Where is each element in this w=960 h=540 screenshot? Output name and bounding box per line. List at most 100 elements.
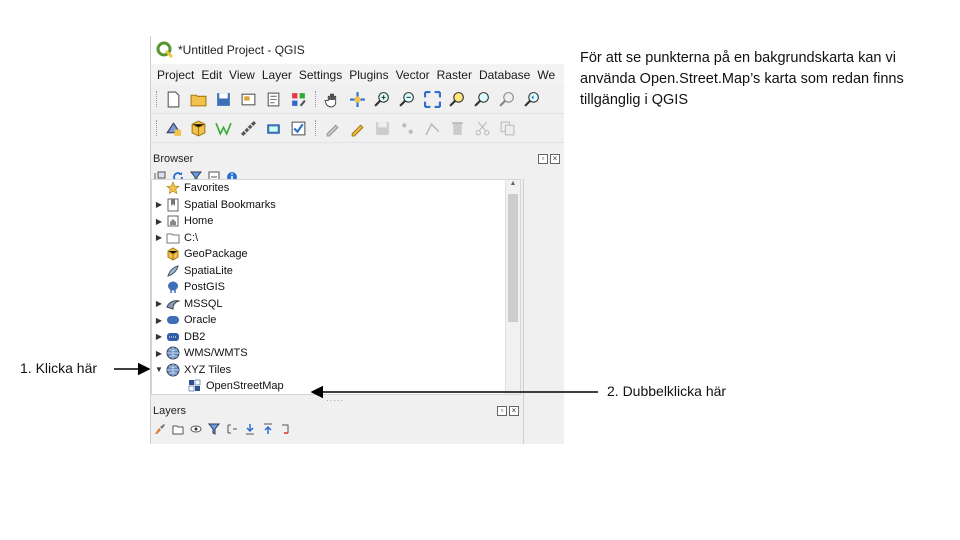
mssql-icon — [166, 297, 180, 311]
remove-layer-icon[interactable] — [280, 423, 292, 435]
field-calculator-icon[interactable] — [289, 119, 307, 137]
pan-hand-icon[interactable] — [323, 90, 341, 108]
expand-arrow-icon[interactable]: ▶ — [152, 217, 166, 226]
manage-visibility-icon[interactable] — [190, 423, 202, 435]
measure-icon[interactable] — [239, 119, 257, 137]
tree-item-home[interactable]: ▶ Home — [152, 213, 520, 230]
tree-item-c-drive[interactable]: ▶ C:\ — [152, 230, 520, 247]
star-icon — [166, 181, 180, 195]
window-title: *Untitled Project - QGIS — [178, 43, 305, 57]
copy-icon[interactable] — [498, 119, 516, 137]
menu-web[interactable]: We — [534, 68, 559, 82]
tree-item-oracle[interactable]: ▶ Oracle — [152, 312, 520, 329]
xyz-tile-icon — [188, 379, 202, 393]
collapse-arrow-icon[interactable]: ▼ — [152, 365, 166, 374]
save-project-icon[interactable] — [214, 90, 232, 108]
title-bar: *Untitled Project - QGIS — [151, 36, 564, 64]
tree-item-db2[interactable]: ▶ DB2 — [152, 329, 520, 346]
menu-database[interactable]: Database — [476, 68, 534, 82]
zoom-full-icon[interactable] — [423, 90, 441, 108]
tree-item-favorites[interactable]: Favorites — [152, 180, 520, 197]
zoom-last-icon[interactable] — [523, 90, 541, 108]
zoom-native-icon[interactable] — [498, 90, 516, 108]
add-group-icon[interactable] — [172, 423, 184, 435]
db2-icon — [166, 330, 180, 344]
toolbar-handle[interactable] — [315, 120, 319, 136]
menu-plugins[interactable]: Plugins — [346, 68, 392, 82]
tree-item-spatial-bookmarks[interactable]: ▶ Spatial Bookmarks — [152, 197, 520, 214]
tree-item-label: Oracle — [184, 314, 217, 327]
print-layout-icon[interactable] — [239, 90, 257, 108]
menu-view[interactable]: View — [226, 68, 259, 82]
browser-panel-title: Browser — [153, 153, 194, 165]
add-feature-icon[interactable] — [398, 119, 416, 137]
toolbar-handle[interactable] — [156, 91, 160, 107]
zoom-to-selection-icon[interactable] — [448, 90, 466, 108]
zoom-to-layer-icon[interactable] — [473, 90, 491, 108]
save-edits-icon[interactable] — [373, 119, 391, 137]
digitize-icon[interactable] — [214, 119, 232, 137]
expand-arrow-icon[interactable]: ▶ — [152, 349, 166, 358]
tree-item-xyz-tiles[interactable]: ▼ XYZ Tiles — [152, 362, 520, 379]
expand-arrow-icon[interactable]: ▶ — [152, 332, 166, 341]
layers-panel: Layers ▫ × — [151, 402, 523, 438]
zoom-in-icon[interactable] — [373, 90, 391, 108]
close-panel-icon[interactable]: × — [509, 406, 519, 416]
expand-arrow-icon[interactable]: ▶ — [152, 316, 166, 325]
globe-icon — [166, 363, 180, 377]
pan-to-selection-icon[interactable] — [348, 90, 366, 108]
delete-selected-icon[interactable] — [448, 119, 466, 137]
close-panel-icon[interactable]: × — [550, 154, 560, 164]
style-manager-icon[interactable] — [289, 90, 307, 108]
menu-bar: Project Edit View Layer Settings Plugins… — [151, 64, 564, 85]
menu-edit[interactable]: Edit — [198, 68, 226, 82]
tree-item-label: Home — [184, 215, 214, 228]
expand-arrow-icon[interactable]: ▶ — [152, 200, 166, 209]
pencil-icon[interactable] — [348, 119, 366, 137]
style-panel-icon[interactable] — [154, 423, 166, 435]
tree-item-openstreetmap[interactable]: OpenStreetMap — [152, 378, 520, 394]
vertex-tool-icon[interactable] — [423, 119, 441, 137]
expand-arrow-icon[interactable]: ▶ — [152, 299, 166, 308]
tree-item-spatialite[interactable]: SpatiaLite — [152, 263, 520, 280]
menu-project[interactable]: Project — [151, 68, 198, 82]
filter-legend-icon[interactable] — [208, 423, 220, 435]
tree-item-label: MSSQL — [184, 297, 223, 310]
zoom-out-icon[interactable] — [398, 90, 416, 108]
tree-item-postgis[interactable]: PostGIS — [152, 279, 520, 296]
tree-item-wms-wmts[interactable]: ▶ WMS/WMTS — [152, 345, 520, 362]
float-panel-icon[interactable]: ▫ — [538, 154, 548, 164]
expand-all-icon[interactable] — [244, 423, 256, 435]
expand-arrow-icon[interactable]: ▶ — [152, 233, 166, 242]
menu-vector[interactable]: Vector — [393, 68, 434, 82]
layers-panel-title: Layers — [153, 405, 187, 417]
qgis-window: *Untitled Project - QGIS Project Edit Vi… — [150, 36, 564, 444]
tree-item-label: Spatial Bookmarks — [184, 198, 276, 211]
browser-panel-header: Browser ▫ × — [151, 150, 564, 168]
browser-scrollbar[interactable]: ▲ — [505, 180, 520, 394]
toolbar-handle[interactable] — [156, 120, 160, 136]
new-project-icon[interactable] — [164, 90, 182, 108]
filter-by-expression-icon[interactable] — [226, 423, 238, 435]
tree-item-geopackage[interactable]: GeoPackage — [152, 246, 520, 263]
new-geopackage-icon[interactable] — [189, 119, 207, 137]
data-source-manager-icon[interactable] — [164, 119, 182, 137]
open-project-icon[interactable] — [189, 90, 207, 108]
float-panel-icon[interactable]: ▫ — [497, 406, 507, 416]
menu-layer[interactable]: Layer — [259, 68, 296, 82]
collapse-all-icon[interactable] — [262, 423, 274, 435]
layout-manager-icon[interactable] — [264, 90, 282, 108]
tree-item-label: C:\ — [184, 231, 199, 244]
toggle-editing-icon[interactable] — [323, 119, 341, 137]
tree-item-mssql[interactable]: ▶ MSSQL — [152, 296, 520, 313]
menu-settings[interactable]: Settings — [296, 68, 346, 82]
panel-divider — [523, 179, 524, 444]
cut-icon[interactable] — [473, 119, 491, 137]
tree-item-label: XYZ Tiles — [184, 363, 232, 376]
toolbar-handle[interactable] — [315, 91, 319, 107]
scroll-thumb[interactable] — [508, 194, 518, 322]
new-virtual-layer-icon[interactable] — [264, 119, 282, 137]
tree-item-label: GeoPackage — [184, 248, 248, 261]
scroll-up-icon[interactable]: ▲ — [506, 180, 520, 192]
menu-raster[interactable]: Raster — [434, 68, 476, 82]
